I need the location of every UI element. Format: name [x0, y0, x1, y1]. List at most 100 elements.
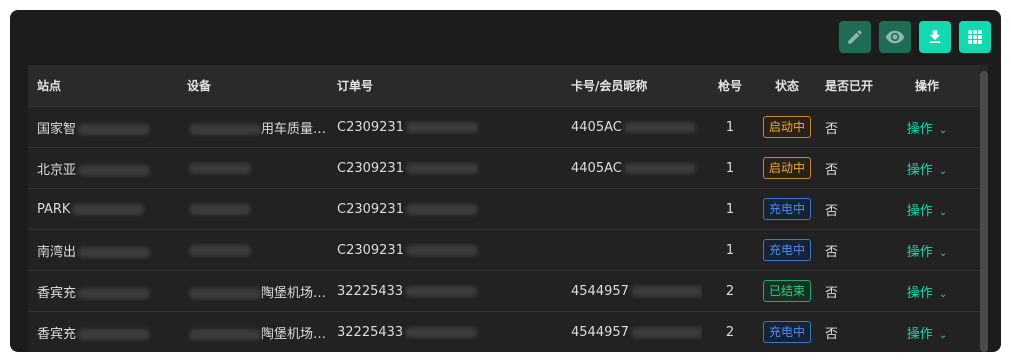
redacted-text [630, 285, 702, 297]
action-cell: 操作 ⌄ [874, 282, 980, 301]
action-dropdown[interactable]: 操作 ⌄ [907, 245, 947, 260]
action-dropdown[interactable]: 操作 ⌄ [907, 204, 947, 219]
header-action: 操作 [914, 79, 939, 93]
device-name-suffix: 用车质量… [261, 121, 327, 137]
action-dropdown[interactable]: 操作 ⌄ [907, 163, 947, 178]
card-number: 4405AC [571, 160, 622, 176]
device-name-suffix: 陶堡机场… [261, 326, 327, 342]
action-label: 操作 [906, 162, 933, 178]
action-label: 操作 [906, 203, 933, 219]
status-cell: 启动中 [758, 157, 816, 179]
grid-icon [968, 30, 982, 44]
table-row[interactable]: 北京亚 C2309231 4405AC 1 启动中否 操作 ⌄ [28, 148, 980, 189]
redacted-text [405, 285, 478, 297]
action-cell: 操作 ⌄ [874, 241, 980, 260]
site-cell: PARK [28, 202, 178, 217]
redacted-text [78, 287, 151, 299]
device-cell: 陶堡机场… [178, 282, 328, 301]
action-cell: 操作 ⌄ [874, 200, 980, 219]
redacted-text [630, 326, 702, 338]
download-icon [929, 30, 941, 43]
site-name: 南湾出 [37, 244, 77, 260]
table-row[interactable]: 国家智 用车质量… C2309231 4405AC 1 启动中否 操作 ⌄ [28, 107, 980, 148]
header-card: 卡号/会员昵称 [571, 79, 648, 93]
redacted-text [78, 328, 151, 340]
action-dropdown[interactable]: 操作 ⌄ [907, 122, 947, 137]
order-cell: C2309231 [328, 243, 562, 258]
order-cell: 32225433 [328, 325, 562, 340]
header-device: 设备 [187, 79, 212, 93]
order-cell: 32225433 [328, 284, 562, 299]
order-number: C2309231 [337, 160, 404, 176]
toolbar [839, 21, 991, 53]
invoiced-cell: 否 [825, 326, 839, 342]
redacted-text [405, 162, 478, 174]
chevron-down-icon: ⌄ [938, 329, 948, 341]
card-number: 4405AC [571, 119, 622, 135]
action-dropdown[interactable]: 操作 ⌄ [907, 286, 947, 301]
download-button[interactable] [919, 21, 951, 53]
site-cell: 国家智 [28, 118, 178, 137]
gun-cell: 2 [725, 283, 735, 299]
status-cell: 充电中 [758, 198, 816, 220]
status-badge: 充电中 [762, 198, 811, 220]
card-cell: 4405AC [562, 120, 702, 135]
action-cell: 操作 ⌄ [874, 118, 980, 137]
table-body: 国家智 用车质量… C2309231 4405AC 1 启动中否操作 ⌄ 北京亚 C230923… [28, 107, 980, 352]
action-label: 操作 [906, 121, 933, 137]
status-cell: 充电中 [758, 321, 816, 343]
redacted-text [623, 121, 696, 133]
redacted-text [189, 244, 251, 256]
status-badge: 充电中 [762, 321, 811, 343]
table-header: 站点 设备 订单号 卡号/会员昵称 枪号 状态 是否已开 操作 [28, 65, 980, 107]
header-site: 站点 [37, 79, 62, 93]
table-row[interactable]: 南湾出 C2309231 1 充电中否 操作 ⌄ [28, 230, 980, 271]
table-row[interactable]: 香宾充 陶堡机场… 32225433 4544957 2 充电中否 操作 ⌄ [28, 312, 980, 352]
chevron-down-icon: ⌄ [938, 247, 948, 259]
device-cell [178, 161, 328, 176]
invoiced-cell: 否 [825, 162, 839, 178]
invoiced-cell: 否 [825, 121, 839, 137]
redacted-text [189, 287, 261, 299]
status-cell: 已结束 [758, 280, 816, 302]
orders-panel: 站点 设备 订单号 卡号/会员昵称 枪号 状态 是否已开 操作 国家智 用车质量…… [10, 10, 1001, 352]
action-cell: 操作 ⌄ [874, 323, 980, 342]
site-cell: 香宾充 [28, 282, 178, 301]
redacted-text [189, 328, 261, 340]
order-number: C2309231 [337, 119, 404, 135]
gun-cell: 1 [725, 119, 735, 135]
order-number: 32225433 [337, 283, 404, 299]
site-name: 国家智 [37, 121, 77, 137]
site-name: 香宾充 [37, 285, 77, 301]
device-cell: 用车质量… [178, 118, 328, 137]
redacted-text [405, 326, 478, 338]
table-row[interactable]: 香宾充 陶堡机场… 32225433 4544957 2 已结束否 操作 ⌄ [28, 271, 980, 312]
chevron-down-icon: ⌄ [938, 165, 948, 177]
status-badge: 启动中 [762, 116, 811, 138]
action-dropdown[interactable]: 操作 ⌄ [907, 327, 947, 342]
redacted-text [78, 246, 151, 258]
site-cell: 南湾出 [28, 241, 178, 260]
status-badge: 启动中 [762, 157, 811, 179]
redacted-text [405, 203, 478, 215]
table-row[interactable]: PARK C2309231 1 充电中否 操作 ⌄ [28, 189, 980, 230]
redacted-text [78, 123, 151, 135]
header-gun: 枪号 [717, 79, 742, 93]
redacted-text [72, 203, 145, 215]
orders-table: 站点 设备 订单号 卡号/会员昵称 枪号 状态 是否已开 操作 国家智 用车质量…… [28, 65, 980, 352]
order-cell: C2309231 [328, 161, 562, 176]
redacted-text [623, 162, 696, 174]
grid-button[interactable] [959, 21, 991, 53]
edit-button[interactable] [839, 21, 871, 53]
site-cell: 香宾充 [28, 323, 178, 342]
view-button[interactable] [879, 21, 911, 53]
card-cell: 4544957 [562, 284, 702, 299]
order-number: 32225433 [337, 324, 404, 340]
card-number: 4544957 [571, 283, 629, 299]
device-cell [178, 202, 328, 217]
status-cell: 启动中 [758, 116, 816, 138]
vertical-scrollbar[interactable] [980, 65, 988, 352]
invoiced-cell: 否 [825, 285, 839, 301]
scrollbar-thumb[interactable] [980, 71, 988, 352]
chevron-down-icon: ⌄ [938, 124, 948, 136]
